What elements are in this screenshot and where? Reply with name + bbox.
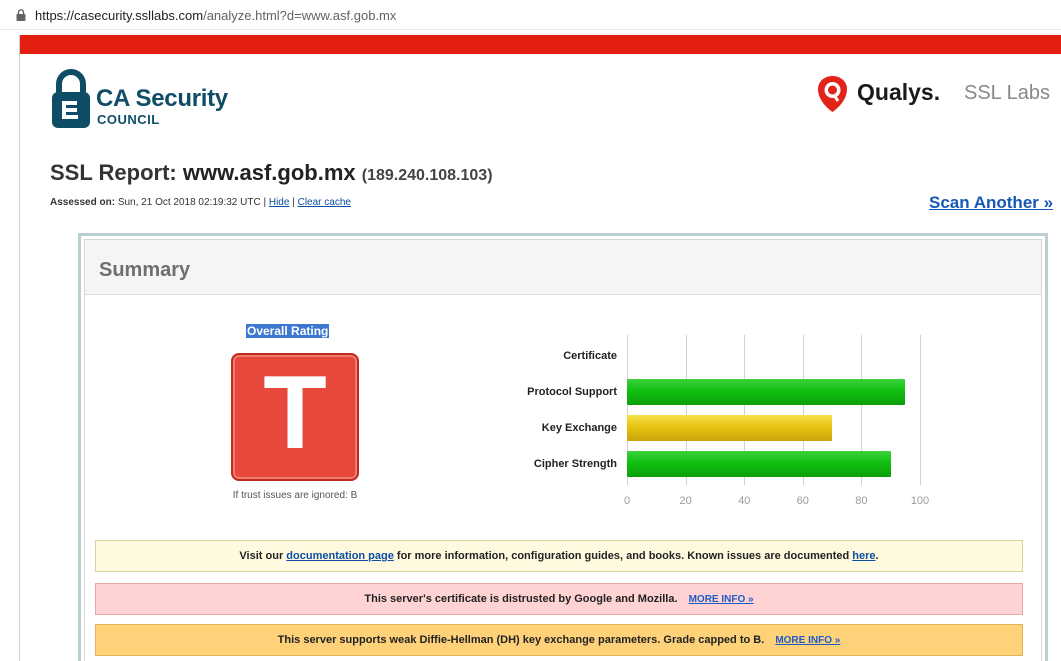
url-text[interactable]: https://casecurity.ssllabs.com/analyze.h… bbox=[35, 8, 396, 23]
dh-more-info-link[interactable]: MORE INFO » bbox=[775, 635, 840, 646]
scan-another-link[interactable]: Scan Another » bbox=[929, 193, 1053, 213]
top-red-bar bbox=[20, 35, 1061, 54]
category-label: Certificate bbox=[563, 350, 617, 362]
category-label: Key Exchange bbox=[541, 422, 617, 434]
qualys-ssl-labs-logo[interactable]: Qualys. SSL Labs bbox=[810, 75, 1061, 125]
url-path: /analyze.html?d=www.asf.gob.mx bbox=[203, 8, 397, 23]
category-label: Protocol Support bbox=[527, 386, 617, 398]
qualys-name: Qualys. bbox=[857, 79, 941, 105]
documentation-page-link[interactable]: documentation page bbox=[286, 550, 394, 562]
x-tick-label: 100 bbox=[910, 495, 930, 507]
summary-title: Summary bbox=[99, 259, 191, 281]
report-title: SSL Report: www.asf.gob.mx (189.240.108.… bbox=[50, 160, 493, 186]
grid-line bbox=[920, 335, 921, 485]
grade-letter: T bbox=[263, 355, 327, 471]
rating-bar-chart: 0 20 40 60 80 100 Certificate Protocol Support K… bbox=[505, 335, 945, 525]
x-tick-label: 40 bbox=[738, 495, 751, 507]
hide-link[interactable]: Hide bbox=[269, 197, 290, 208]
ssl-labs-text: SSL Labs bbox=[964, 82, 1050, 104]
link-separator: | bbox=[292, 197, 295, 208]
score-bar bbox=[627, 451, 891, 477]
padlock-logo-icon bbox=[52, 69, 90, 128]
assessed-on-line: Assessed on: Sun, 21 Oct 2018 02:19:32 U… bbox=[50, 197, 351, 208]
report-ip: (189.240.108.103) bbox=[361, 167, 493, 184]
docs-notice-mid: for more information, configuration guid… bbox=[396, 550, 850, 562]
score-bar bbox=[627, 379, 906, 405]
url-host: https://casecurity.ssllabs.com bbox=[35, 8, 204, 23]
docs-notice-end: . bbox=[875, 550, 879, 562]
assessed-date: Sun, 21 Oct 2018 02:19:32 UTC | bbox=[117, 197, 267, 208]
score-bar bbox=[627, 415, 833, 441]
dh-text: This server supports weak Diffie-Hellman… bbox=[277, 634, 765, 646]
lock-icon bbox=[16, 9, 26, 21]
summary-header: Summary bbox=[85, 240, 1041, 295]
weak-dh-warning: This server supports weak Diffie-Hellman… bbox=[95, 624, 1023, 656]
x-tick-label: 20 bbox=[679, 495, 692, 507]
overall-rating-label: Overall Rating bbox=[246, 324, 330, 338]
trust-note: If trust issues are ignored: B bbox=[232, 490, 358, 501]
documentation-notice: Visit our documentation page for more in… bbox=[95, 540, 1023, 572]
x-tick-label: 0 bbox=[623, 495, 631, 507]
ca-security-council-logo[interactable]: CA Security COUNCIL bbox=[50, 69, 290, 135]
ca-logo-title: CA Security bbox=[96, 85, 228, 112]
grade-badge: T bbox=[231, 353, 359, 481]
docs-notice-pre: Visit our bbox=[239, 550, 284, 562]
distrust-warning: This server's certificate is distrusted … bbox=[95, 583, 1023, 615]
assessed-label: Assessed on: bbox=[50, 197, 116, 208]
distrust-text: This server's certificate is distrusted … bbox=[364, 593, 678, 605]
x-tick-label: 80 bbox=[855, 495, 868, 507]
qualys-shield-icon bbox=[818, 76, 847, 112]
distrust-more-info-link[interactable]: MORE INFO » bbox=[689, 594, 754, 605]
browser-url-bar[interactable]: https://casecurity.ssllabs.com/analyze.h… bbox=[0, 0, 1061, 30]
ca-logo-subtitle: COUNCIL bbox=[97, 112, 160, 127]
page-content: CA Security COUNCIL Qualys. SSL Labs SSL… bbox=[19, 35, 1061, 661]
report-domain: www.asf.gob.mx bbox=[182, 160, 356, 185]
x-tick-label: 60 bbox=[796, 495, 809, 507]
category-label: Cipher Strength bbox=[533, 458, 617, 470]
known-issues-here-link[interactable]: here bbox=[852, 550, 875, 562]
clear-cache-link[interactable]: Clear cache bbox=[298, 197, 351, 208]
report-title-prefix: SSL Report: bbox=[50, 160, 177, 185]
